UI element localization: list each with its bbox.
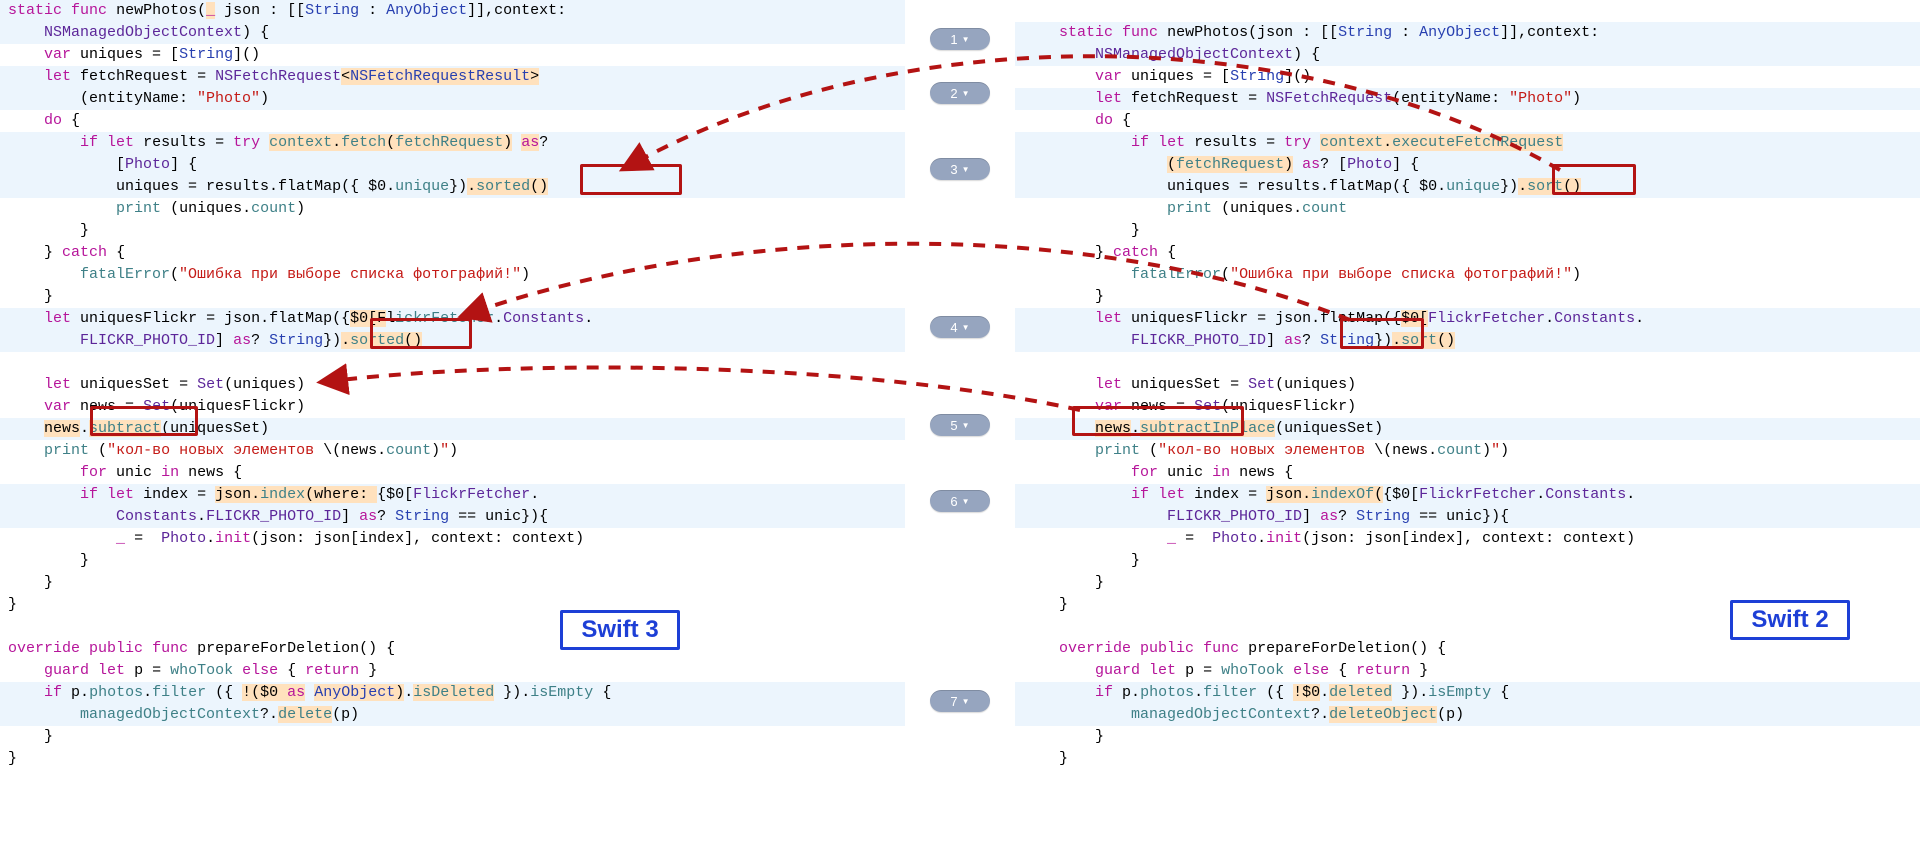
code-line: print ("кол-во новых элементов \(news.co… bbox=[1015, 440, 1920, 462]
right-pane: static func newPhotos(json : [[String : … bbox=[1015, 0, 1920, 846]
code-line: } catch { bbox=[0, 242, 905, 264]
code-line: news.subtractInPlace(uniquesSet) bbox=[1015, 418, 1920, 440]
code-line: managedObjectContext?.deleteObject(p) bbox=[1015, 704, 1920, 726]
code-line: _ = Photo.init(json: json[index], contex… bbox=[0, 528, 905, 550]
code-line: do { bbox=[0, 110, 905, 132]
code-line: for unic in news { bbox=[1015, 462, 1920, 484]
code-line: for unic in news { bbox=[0, 462, 905, 484]
marker-number: 4 bbox=[950, 320, 957, 335]
diff-marker[interactable]: 7▼ bbox=[930, 690, 990, 712]
code-line: } bbox=[0, 572, 905, 594]
code-line: FLICKR_PHOTO_ID] as? String == unic}){ bbox=[1015, 506, 1920, 528]
code-line: } bbox=[0, 748, 905, 770]
code-line bbox=[0, 352, 905, 374]
marker-number: 3 bbox=[950, 162, 957, 177]
code-line: guard let p = whoTook else { return } bbox=[0, 660, 905, 682]
code-line bbox=[1015, 352, 1920, 374]
code-line: print (uniques.count bbox=[1015, 198, 1920, 220]
diff-marker[interactable]: 1▼ bbox=[930, 28, 990, 50]
chevron-down-icon: ▼ bbox=[962, 89, 970, 98]
code-line: } bbox=[1015, 594, 1920, 616]
code-line: fatalError("Ошибка при выборе списка фот… bbox=[0, 264, 905, 286]
diff-marker[interactable]: 4▼ bbox=[930, 316, 990, 338]
code-line: } catch { bbox=[1015, 242, 1920, 264]
marker-number: 6 bbox=[950, 494, 957, 509]
marker-number: 1 bbox=[950, 32, 957, 47]
code-line: } bbox=[1015, 220, 1920, 242]
code-line: NSManagedObjectContext) { bbox=[1015, 44, 1920, 66]
code-line: if let index = json.indexOf({$0[FlickrFe… bbox=[1015, 484, 1920, 506]
code-line: fatalError("Ошибка при выборе списка фот… bbox=[1015, 264, 1920, 286]
code-line: } bbox=[1015, 726, 1920, 748]
code-line: FLICKR_PHOTO_ID] as? String}).sorted() bbox=[0, 330, 905, 352]
code-line: } bbox=[0, 594, 905, 616]
code-line: } bbox=[1015, 286, 1920, 308]
code-line: if let results = try context.executeFetc… bbox=[1015, 132, 1920, 154]
code-line: NSManagedObjectContext) { bbox=[0, 22, 905, 44]
code-line: override public func prepareForDeletion(… bbox=[1015, 638, 1920, 660]
chevron-down-icon: ▼ bbox=[962, 697, 970, 706]
code-line: let uniquesSet = Set(uniques) bbox=[0, 374, 905, 396]
code-line: } bbox=[1015, 748, 1920, 770]
code-line: print (uniques.count) bbox=[0, 198, 905, 220]
code-line: } bbox=[0, 726, 905, 748]
code-line: if p.photos.filter ({ !$0.deleted }).isE… bbox=[1015, 682, 1920, 704]
code-line: } bbox=[0, 550, 905, 572]
code-line: static func newPhotos(json : [[String : … bbox=[1015, 22, 1920, 44]
diff-marker[interactable]: 2▼ bbox=[930, 82, 990, 104]
code-line: (fetchRequest) as? [Photo] { bbox=[1015, 154, 1920, 176]
code-line: let uniquesSet = Set(uniques) bbox=[1015, 374, 1920, 396]
code-line: var news = Set(uniquesFlickr) bbox=[1015, 396, 1920, 418]
code-line: guard let p = whoTook else { return } bbox=[1015, 660, 1920, 682]
code-line: } bbox=[1015, 550, 1920, 572]
marker-number: 5 bbox=[950, 418, 957, 433]
diff-gutter: 1▼ 2▼ 3▼ 4▼ 5▼ 6▼ 7▼ bbox=[905, 0, 1015, 846]
code-line: let fetchRequest = NSFetchRequest(entity… bbox=[1015, 88, 1920, 110]
diff-marker[interactable]: 3▼ bbox=[930, 158, 990, 180]
chevron-down-icon: ▼ bbox=[962, 165, 970, 174]
code-line: } bbox=[0, 286, 905, 308]
code-line: var uniques = [String]() bbox=[1015, 66, 1920, 88]
diff-marker[interactable]: 6▼ bbox=[930, 490, 990, 512]
code-line: } bbox=[0, 220, 905, 242]
code-line: Constants.FLICKR_PHOTO_ID] as? String ==… bbox=[0, 506, 905, 528]
code-line: [Photo] { bbox=[0, 154, 905, 176]
left-pane: static func newPhotos(_ json : [[String … bbox=[0, 0, 905, 846]
code-line: print ("кол-во новых элементов \(news.co… bbox=[0, 440, 905, 462]
code-line bbox=[1015, 616, 1920, 638]
code-line: uniques = results.flatMap({ $0.unique}).… bbox=[1015, 176, 1920, 198]
code-line: var uniques = [String]() bbox=[0, 44, 905, 66]
marker-number: 7 bbox=[950, 694, 957, 709]
code-line: let uniquesFlickr = json.flatMap({$0[Fli… bbox=[1015, 308, 1920, 330]
chevron-down-icon: ▼ bbox=[962, 421, 970, 430]
code-line: } bbox=[1015, 572, 1920, 594]
chevron-down-icon: ▼ bbox=[962, 35, 970, 44]
code-line bbox=[1015, 0, 1920, 22]
diff-marker[interactable]: 5▼ bbox=[930, 414, 990, 436]
code-line: var news = Set(uniquesFlickr) bbox=[0, 396, 905, 418]
code-line bbox=[0, 616, 905, 638]
code-line: do { bbox=[1015, 110, 1920, 132]
code-line: (entityName: "Photo") bbox=[0, 88, 905, 110]
chevron-down-icon: ▼ bbox=[962, 323, 970, 332]
code-line: news.subtract(uniquesSet) bbox=[0, 418, 905, 440]
code-line: FLICKR_PHOTO_ID] as? String}).sort() bbox=[1015, 330, 1920, 352]
chevron-down-icon: ▼ bbox=[962, 497, 970, 506]
code-line: override public func prepareForDeletion(… bbox=[0, 638, 905, 660]
code-line: static func newPhotos(_ json : [[String … bbox=[0, 0, 905, 22]
code-line: if let index = json.index(where: {$0[Fli… bbox=[0, 484, 905, 506]
code-line: _ = Photo.init(json: json[index], contex… bbox=[1015, 528, 1920, 550]
code-line: uniques = results.flatMap({ $0.unique}).… bbox=[0, 176, 905, 198]
code-line: if p.photos.filter ({ !($0 as AnyObject)… bbox=[0, 682, 905, 704]
marker-number: 2 bbox=[950, 86, 957, 101]
code-line: managedObjectContext?.delete(p) bbox=[0, 704, 905, 726]
code-line: let fetchRequest = NSFetchRequest<NSFetc… bbox=[0, 66, 905, 88]
code-line: if let results = try context.fetch(fetch… bbox=[0, 132, 905, 154]
code-line: let uniquesFlickr = json.flatMap({$0[Fli… bbox=[0, 308, 905, 330]
